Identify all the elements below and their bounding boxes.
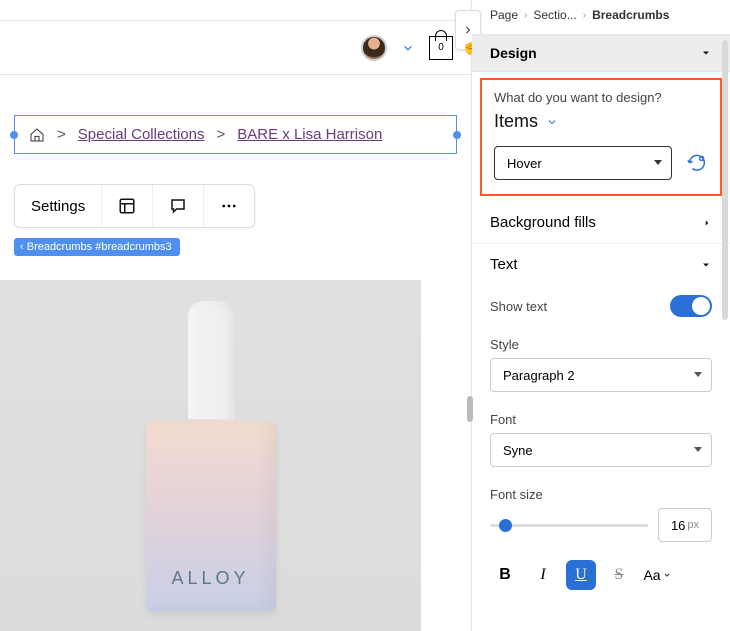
panel-crumb-section[interactable]: Sectio... [533, 8, 576, 22]
design-question: What do you want to design? [494, 90, 708, 105]
panel-scrollbar[interactable] [722, 40, 728, 320]
font-select[interactable]: Syne [490, 433, 712, 467]
dots-horizontal-icon [220, 197, 238, 215]
caret-right-icon [702, 218, 712, 228]
caret-down-icon [700, 47, 712, 59]
comment-icon [169, 197, 187, 215]
settings-button[interactable]: Settings [15, 185, 102, 227]
resize-handle-left[interactable] [10, 131, 18, 139]
text-format-row: B I U S Aa [472, 552, 730, 590]
panel-crumb-current: Breadcrumbs [592, 8, 669, 22]
floating-toolbar: Settings [14, 184, 255, 228]
home-icon[interactable] [29, 127, 45, 143]
selection-tag[interactable]: Breadcrumbs #breadcrumbs3 [14, 238, 180, 256]
state-select[interactable]: Hover [494, 146, 672, 180]
strikethrough-button[interactable]: S [604, 560, 634, 590]
canvas-preview: 0 > Special Collections > BARE x Lisa Ha… [0, 0, 471, 631]
text-section-header[interactable]: Text [472, 244, 730, 285]
layout-button[interactable] [102, 185, 153, 227]
breadcrumb-separator: > [217, 126, 226, 143]
chevron-right-icon: › [524, 10, 527, 21]
more-button[interactable] [204, 185, 254, 227]
resize-handle-right[interactable] [453, 131, 461, 139]
avatar[interactable] [361, 35, 387, 61]
chevron-down-icon [546, 116, 558, 128]
underline-button[interactable]: U [566, 560, 596, 590]
chevron-down-icon[interactable] [401, 41, 415, 55]
comment-button[interactable] [153, 185, 204, 227]
fontsize-slider[interactable] [490, 524, 648, 527]
fontsize-input[interactable]: 16 px [658, 508, 712, 542]
breadcrumb-link-2[interactable]: BARE x Lisa Harrison [237, 126, 382, 143]
bold-button[interactable]: B [490, 560, 520, 590]
design-target-dropdown[interactable]: Items [494, 111, 708, 132]
font-label: Font [490, 412, 712, 427]
product-bottle: ALLOY [146, 301, 276, 611]
site-header: 0 [0, 20, 471, 75]
design-target-box: What do you want to design? Items Hover [480, 78, 722, 196]
slider-thumb[interactable] [499, 519, 512, 532]
text-case-button[interactable]: Aa [642, 560, 672, 590]
design-panel: ☝ Page › Sectio... › Breadcrumbs Design … [471, 0, 730, 631]
chevron-right-icon: › [583, 10, 586, 21]
panel-crumb-page[interactable]: Page [490, 8, 518, 22]
show-text-toggle[interactable] [670, 295, 712, 317]
shopping-bag-icon[interactable]: 0 [429, 36, 453, 60]
layout-icon [118, 197, 136, 215]
fontsize-label: Font size [490, 487, 712, 502]
panel-breadcrumb: Page › Sectio... › Breadcrumbs [472, 0, 730, 34]
italic-button[interactable]: I [528, 560, 558, 590]
breadcrumb-separator: > [57, 126, 66, 143]
reset-states-icon[interactable] [686, 152, 708, 174]
style-label: Style [490, 337, 712, 352]
caret-down-icon [700, 259, 712, 271]
background-fills-header[interactable]: Background fills [472, 202, 730, 244]
show-text-label: Show text [490, 299, 547, 314]
style-select[interactable]: Paragraph 2 [490, 358, 712, 392]
product-brand-text: ALLOY [171, 568, 249, 589]
breadcrumbs-element-selected[interactable]: > Special Collections > BARE x Lisa Harr… [14, 115, 457, 154]
chevron-down-icon [663, 571, 671, 579]
breadcrumb-link-1[interactable]: Special Collections [78, 126, 205, 143]
bag-count: 0 [438, 42, 444, 53]
design-section-header[interactable]: Design [472, 34, 730, 72]
product-image-area: ALLOY [0, 280, 421, 631]
